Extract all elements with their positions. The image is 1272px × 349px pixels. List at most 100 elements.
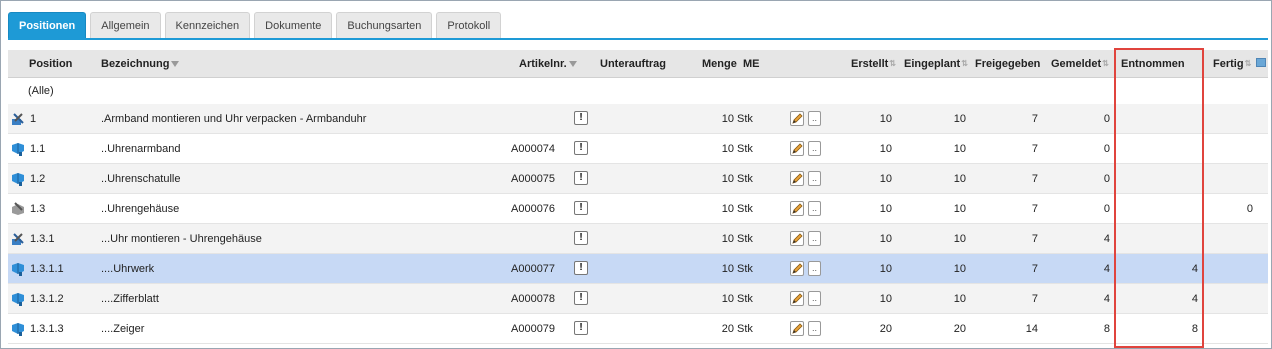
more-button[interactable]: ..: [808, 201, 821, 216]
table-row[interactable]: 1.3 ..Uhrengehäuse A000076 10 Stk 10 10 7 0 0!..: [8, 194, 1268, 224]
info-button[interactable]: !: [574, 231, 588, 245]
cell-gemeldet: 0: [1103, 173, 1110, 185]
header-unterauftrag[interactable]: Unterauftrag: [600, 50, 666, 78]
header-freigegeben[interactable]: Freigegeben: [975, 50, 1040, 78]
tab-positionen[interactable]: Positionen: [8, 12, 87, 38]
edit-icon[interactable]: [790, 261, 804, 276]
cell-me: Stk: [737, 233, 753, 245]
filter-icon[interactable]: [568, 61, 577, 68]
info-button[interactable]: !: [574, 261, 588, 275]
header-gemeldet[interactable]: Gemeldet⇅: [1051, 50, 1109, 78]
cell-eingeplant: 10: [953, 293, 966, 305]
sort-icon[interactable]: ⇅: [961, 50, 968, 68]
cell-position: 1.3: [30, 203, 46, 215]
edit-icon[interactable]: [790, 111, 804, 126]
cell-fertig: [1213, 164, 1253, 194]
more-button[interactable]: ..: [808, 291, 821, 306]
info-button[interactable]: !: [574, 171, 588, 185]
info-button[interactable]: !: [574, 321, 588, 335]
cell-menge: 10: [721, 263, 734, 275]
table-row[interactable]: 1.2 ..Uhrenschatulle A000075 10 Stk 10 10 7 0!..: [8, 164, 1268, 194]
header-bezeichnung[interactable]: Bezeichnung: [101, 50, 180, 78]
assembly-icon: [11, 232, 25, 246]
cell-eingeplant: 10: [953, 263, 966, 275]
cell-erstellt: 10: [879, 233, 892, 245]
cell-eingeplant: 10: [953, 113, 966, 125]
edit-icon[interactable]: [790, 171, 804, 186]
more-button[interactable]: ..: [808, 261, 821, 276]
table-row[interactable]: 1.3.1.3 ....Zeiger A000079 20 Stk 20 20 14 8 8!..: [8, 314, 1268, 344]
cell-erstellt: 10: [879, 173, 892, 185]
edit-icon[interactable]: [790, 321, 804, 336]
sort-icon[interactable]: ⇅: [1245, 50, 1252, 68]
cell-freigegeben: 7: [1031, 173, 1038, 185]
info-button[interactable]: !: [574, 111, 588, 125]
tab-protokoll[interactable]: Protokoll: [436, 12, 502, 38]
more-button[interactable]: ..: [808, 141, 821, 156]
tab-dokumente[interactable]: Dokumente: [254, 12, 333, 38]
header-menge[interactable]: Menge: [702, 50, 737, 78]
cell-bezeichnung: ....Zifferblatt: [101, 293, 159, 305]
cell-me: Stk: [737, 323, 753, 335]
cell-gemeldet: 8: [1103, 323, 1110, 335]
tab-allgemein[interactable]: Allgemein: [90, 12, 161, 38]
cell-eingeplant: 10: [953, 203, 966, 215]
cell-erstellt: 10: [879, 263, 892, 275]
edit-icon[interactable]: [790, 231, 804, 246]
cell-freigegeben: 7: [1031, 233, 1038, 245]
info-button[interactable]: !: [574, 291, 588, 305]
cell-artikelnr: A000079: [511, 323, 556, 335]
tab-buchungsarten[interactable]: Buchungsarten: [336, 12, 433, 38]
edit-icon[interactable]: [790, 291, 804, 306]
table-row[interactable]: 1 .Armband montieren und Uhr verpacken - …: [8, 104, 1268, 134]
cell-gemeldet: 0: [1103, 143, 1110, 155]
positions-grid: Position Bezeichnung Artikelnr. Unterauf…: [8, 50, 1268, 349]
tab-kennzeichen[interactable]: Kennzeichen: [164, 12, 251, 38]
cell-bezeichnung: ...Uhr montieren - Uhrengehäuse: [101, 233, 262, 245]
edit-icon[interactable]: [790, 201, 804, 216]
table-row[interactable]: 1.1 ..Uhrenarmband A000074 10 Stk 10 10 7 0!..: [8, 134, 1268, 164]
info-button[interactable]: !: [574, 201, 588, 215]
cell-artikelnr: A000078: [511, 293, 556, 305]
header-position[interactable]: Position: [29, 50, 72, 78]
cell-me: Stk: [737, 113, 753, 125]
more-button[interactable]: ..: [808, 231, 821, 246]
part-icon: [11, 322, 25, 336]
cell-erstellt: 10: [879, 293, 892, 305]
sort-icon[interactable]: ⇅: [1102, 50, 1109, 68]
tab-bar: Positionen Allgemein Kennzeichen Dokumen…: [8, 12, 502, 38]
cell-freigegeben: 14: [1025, 323, 1038, 335]
header-entnommen[interactable]: Entnommen: [1121, 50, 1185, 78]
cell-erstellt: 10: [879, 143, 892, 155]
cell-gemeldet: 0: [1103, 113, 1110, 125]
column-chooser-icon[interactable]: [1256, 58, 1266, 67]
cell-fertig: [1213, 314, 1253, 344]
cell-position: 1.2: [30, 173, 46, 185]
edit-icon[interactable]: [790, 141, 804, 156]
cell-fertig: [1213, 284, 1253, 314]
header-artikelnr[interactable]: Artikelnr.: [519, 50, 577, 78]
header-fertig[interactable]: Fertig⇅: [1213, 50, 1251, 78]
info-button[interactable]: !: [574, 141, 588, 155]
cell-fertig: [1213, 134, 1253, 164]
cell-erstellt: 10: [879, 113, 892, 125]
table-row[interactable]: 1.3.1 ...Uhr montieren - Uhrengehäuse 10 St…: [8, 224, 1268, 254]
table-row[interactable]: 1.3.1.2 ....Zifferblatt A000078 10 Stk 10 10 7 4…: [8, 284, 1268, 314]
cell-entnommen: [1132, 194, 1198, 224]
cell-bezeichnung: ....Uhrwerk: [101, 263, 155, 275]
more-button[interactable]: ..: [808, 171, 821, 186]
filter-icon[interactable]: [171, 61, 180, 68]
more-button[interactable]: ..: [808, 321, 821, 336]
header-me[interactable]: ME: [743, 50, 760, 78]
cell-entnommen: [1132, 104, 1198, 134]
header-eingeplant[interactable]: Eingeplant⇅: [904, 50, 968, 78]
table-row[interactable]: 1.3.1.1 ....Uhrwerk A000077 10 Stk 10 10 7 4 4!..: [8, 254, 1268, 284]
cell-eingeplant: 10: [953, 173, 966, 185]
filter-row[interactable]: (Alle): [8, 78, 1268, 104]
more-button[interactable]: ..: [808, 111, 821, 126]
sort-icon[interactable]: ⇅: [889, 50, 896, 68]
cell-eingeplant: 20: [953, 323, 966, 335]
cell-entnommen: 4: [1191, 263, 1198, 275]
header-erstellt[interactable]: Erstellt⇅: [851, 50, 896, 78]
cell-bezeichnung: .Armband montieren und Uhr verpacken - A…: [101, 113, 367, 125]
